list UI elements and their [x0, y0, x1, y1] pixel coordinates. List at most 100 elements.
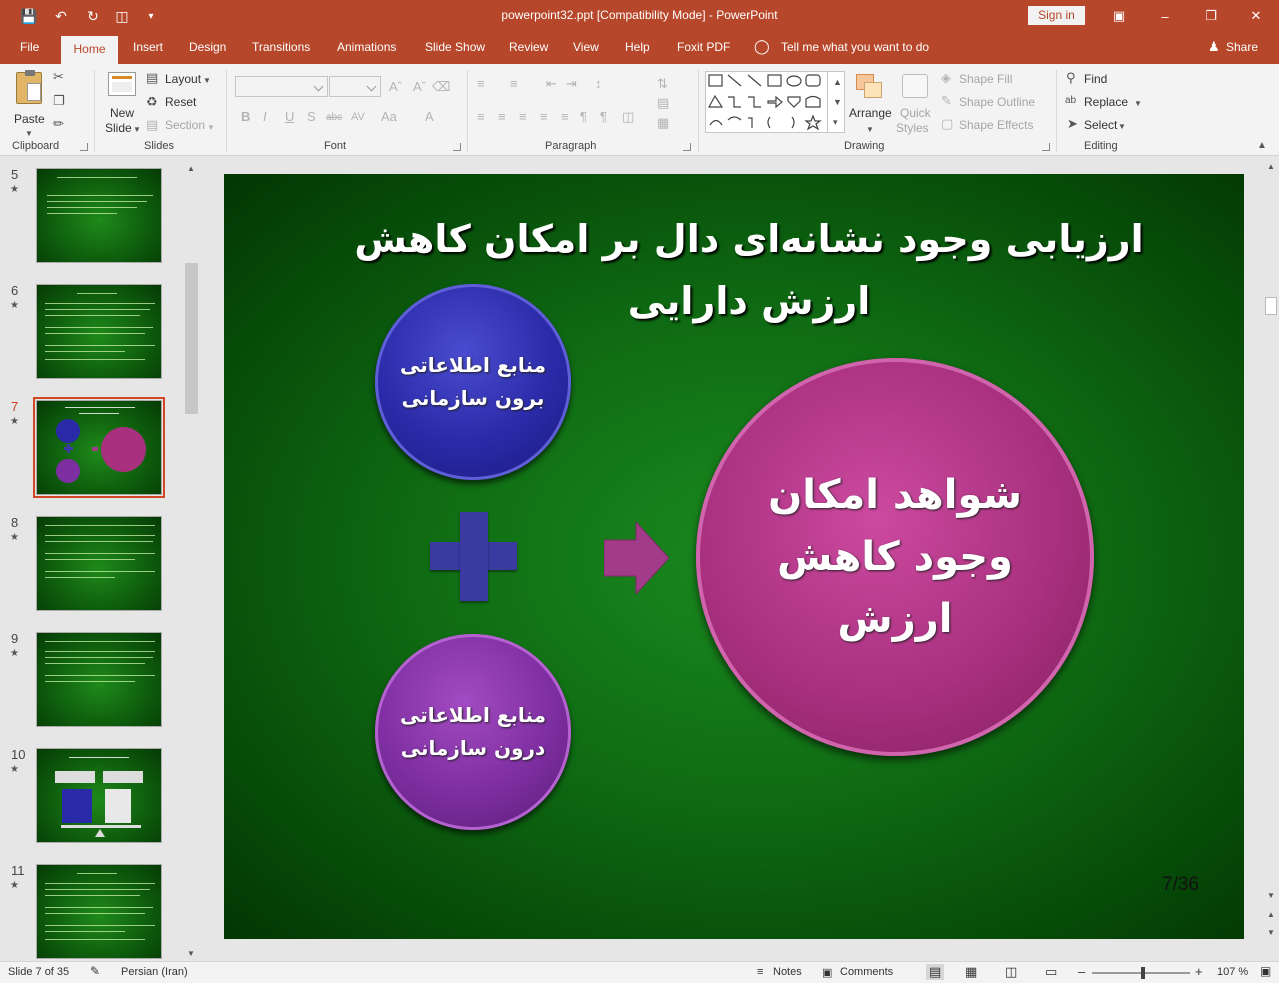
section-button[interactable]: Section: [165, 118, 205, 132]
align-center-icon[interactable]: ≡: [498, 109, 506, 125]
plus-shape[interactable]: [430, 512, 517, 601]
text-direction-icon[interactable]: ⇅: [657, 76, 668, 92]
tab-file[interactable]: File: [20, 40, 39, 54]
previous-slide-icon[interactable]: ▲: [1267, 907, 1275, 923]
right-arrow-shape[interactable]: [604, 522, 669, 594]
bold-icon[interactable]: B: [241, 109, 250, 125]
fit-slide-icon[interactable]: ▣: [1260, 964, 1271, 978]
find-button[interactable]: Find: [1084, 72, 1107, 86]
normal-view-icon[interactable]: ▤: [926, 964, 945, 980]
new-slide-button[interactable]: New Slide ▼: [102, 72, 142, 138]
font-name-combo[interactable]: [235, 76, 328, 97]
tell-me-search[interactable]: Tell me what you want to do: [781, 40, 929, 54]
align-text-icon[interactable]: ▤: [657, 95, 669, 111]
restore-icon[interactable]: ❐: [1188, 0, 1234, 32]
shape-fill-button[interactable]: Shape Fill: [959, 72, 1012, 86]
notes-button[interactable]: Notes: [773, 966, 802, 978]
convert-to-smartart-icon[interactable]: ▦: [657, 115, 669, 131]
scroll-up-icon[interactable]: ▲: [1267, 159, 1275, 175]
paragraph-dialog-launcher-icon[interactable]: [683, 143, 691, 151]
sign-in-button[interactable]: Sign in: [1028, 6, 1085, 25]
gallery-down-icon[interactable]: ▼: [833, 94, 842, 110]
current-slide[interactable]: ارزیابی وجود نشانه‌ای دال بر امکان کاهش …: [224, 174, 1244, 939]
replace-button[interactable]: Replace: [1084, 95, 1128, 109]
decrease-font-size-icon[interactable]: Aˇ: [413, 79, 426, 95]
justify-icon[interactable]: ≡: [540, 109, 548, 125]
line-spacing-icon[interactable]: ↕: [595, 76, 602, 92]
slide-sorter-icon[interactable]: ▦: [965, 964, 977, 980]
tab-home[interactable]: Home: [61, 36, 118, 64]
increase-font-size-icon[interactable]: Aˆ: [389, 79, 402, 95]
slide-thumbnail[interactable]: [33, 397, 165, 498]
font-dialog-launcher-icon[interactable]: [453, 143, 461, 151]
select-button[interactable]: Select: [1084, 118, 1117, 132]
slide-thumbnail[interactable]: [36, 632, 162, 727]
align-left-icon[interactable]: ≡: [477, 109, 485, 125]
drawing-dialog-launcher-icon[interactable]: [1042, 143, 1050, 151]
zoom-slider[interactable]: [1092, 967, 1190, 979]
tab-animations[interactable]: Animations: [337, 40, 396, 54]
align-right-icon[interactable]: ≡: [519, 109, 527, 125]
slide-thumbnail[interactable]: [36, 168, 162, 263]
reset-button[interactable]: Reset: [165, 95, 196, 109]
change-case-icon[interactable]: Aa: [381, 109, 397, 125]
tab-slide-show[interactable]: Slide Show: [425, 40, 485, 54]
shape-effects-button[interactable]: Shape Effects: [959, 118, 1034, 132]
paste-button[interactable]: Paste ▼: [12, 70, 46, 138]
impairment-evidence-circle[interactable]: شواهد امکان وجود کاهش ارزش: [696, 358, 1094, 756]
tab-view[interactable]: View: [573, 40, 599, 54]
tab-insert[interactable]: Insert: [133, 40, 163, 54]
spell-check-icon[interactable]: ✎: [90, 964, 100, 978]
character-spacing-icon[interactable]: AV: [351, 109, 365, 125]
slideshow-view-icon[interactable]: ▭: [1045, 964, 1057, 980]
reading-view-icon[interactable]: ◫: [1005, 964, 1017, 980]
internal-sources-circle[interactable]: منابع اطلاعاتی درون سازمانی: [375, 634, 571, 830]
distributed-icon[interactable]: ≡: [561, 109, 569, 125]
redo-icon[interactable]: ↻: [82, 6, 104, 26]
clipboard-dialog-launcher-icon[interactable]: [80, 143, 88, 151]
close-icon[interactable]: ✕: [1233, 0, 1279, 32]
shape-outline-button[interactable]: Shape Outline: [959, 95, 1035, 109]
collapse-ribbon-icon[interactable]: ▲: [1257, 138, 1267, 154]
gallery-more-icon[interactable]: ▾: [833, 114, 838, 130]
ribbon-display-options-icon[interactable]: ▣: [1096, 0, 1142, 32]
strikethrough-icon[interactable]: abc: [326, 110, 342, 126]
slide-scroll-thumb[interactable]: [1265, 297, 1277, 315]
gallery-up-icon[interactable]: ▲: [833, 74, 842, 90]
slide-thumbnail[interactable]: [36, 864, 162, 959]
next-slide-icon[interactable]: ▼: [1267, 925, 1275, 941]
minimize-icon[interactable]: –: [1142, 0, 1188, 32]
zoom-level[interactable]: 107 %: [1217, 966, 1248, 978]
font-color-icon[interactable]: A: [425, 109, 434, 125]
shapes-gallery[interactable]: ▲ ▼ ▾: [705, 71, 845, 133]
tab-foxit-pdf[interactable]: Foxit PDF: [677, 40, 730, 54]
columns-icon[interactable]: ◫: [622, 109, 634, 125]
format-painter-icon[interactable]: ✏: [53, 116, 64, 132]
zoom-out-icon[interactable]: –: [1078, 964, 1085, 979]
tab-transitions[interactable]: Transitions: [252, 40, 310, 54]
slide-thumbnail[interactable]: [36, 516, 162, 611]
scroll-down-icon[interactable]: ▼: [1267, 888, 1275, 904]
zoom-slider-handle[interactable]: [1141, 967, 1145, 979]
arrange-button[interactable]: Arrange ▼: [848, 72, 894, 138]
customize-quick-access-icon[interactable]: ▾: [140, 6, 162, 26]
left-to-right-icon[interactable]: ¶: [580, 109, 587, 125]
copy-icon[interactable]: ❐: [53, 93, 65, 109]
language-indicator[interactable]: Persian (Iran): [121, 966, 188, 978]
clear-formatting-icon[interactable]: ⌫: [432, 79, 450, 95]
bullets-icon[interactable]: ≡: [477, 76, 485, 92]
increase-indent-icon[interactable]: ⇥: [566, 76, 577, 92]
italic-icon[interactable]: I: [263, 109, 267, 125]
underline-icon[interactable]: U: [285, 109, 294, 125]
share-button[interactable]: Share: [1226, 40, 1258, 54]
text-shadow-icon[interactable]: S: [307, 109, 316, 125]
thumbnail-scroll-thumb[interactable]: [185, 263, 198, 414]
cut-icon[interactable]: ✂: [53, 69, 64, 85]
external-sources-circle[interactable]: منابع اطلاعاتی برون سازمانی: [375, 284, 571, 480]
slide-thumbnail[interactable]: [36, 284, 162, 379]
comments-button[interactable]: Comments: [840, 966, 893, 978]
thumbnail-scroll-up-icon[interactable]: ▲: [187, 161, 195, 177]
save-icon[interactable]: 💾: [18, 6, 40, 26]
slide-thumbnail[interactable]: [36, 748, 162, 843]
start-from-beginning-icon[interactable]: ◫: [111, 6, 133, 26]
